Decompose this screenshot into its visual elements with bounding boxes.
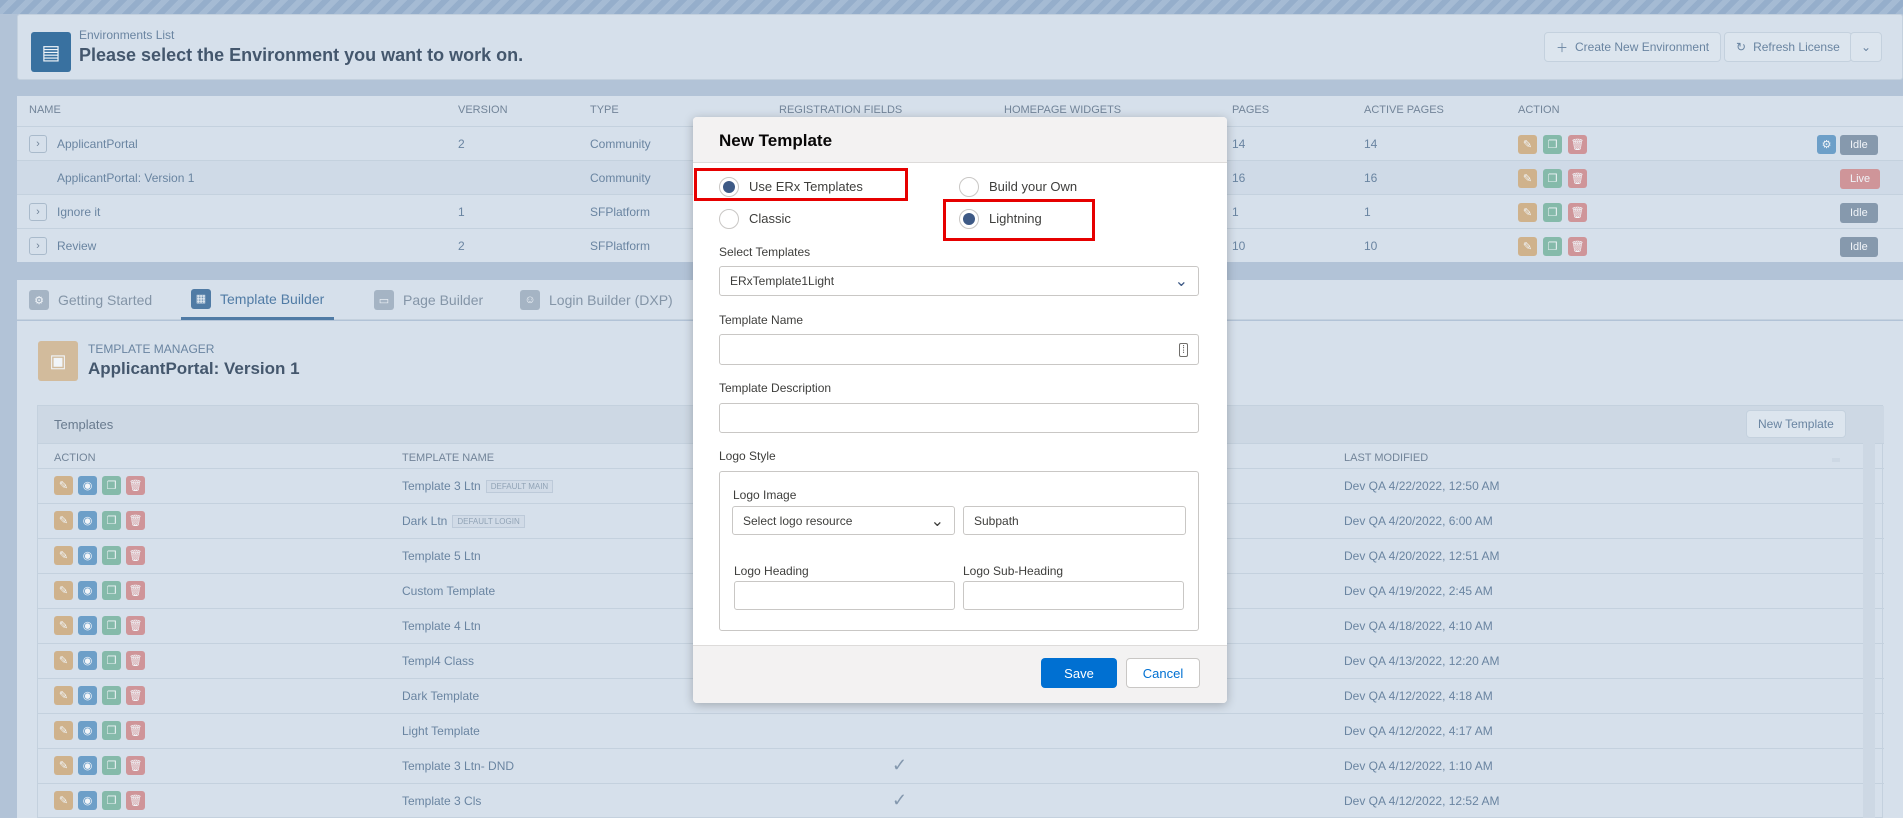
template-description-input[interactable] <box>719 403 1199 433</box>
chevron-down-icon: ⌄ <box>930 512 944 530</box>
label-logo-subheading: Logo Sub-Heading <box>963 564 1064 578</box>
radio-use-erx-templates[interactable] <box>719 177 739 197</box>
logo-resource-dropdown[interactable]: Select logo resource ⌄ <box>732 506 955 535</box>
label-build-your-own: Build your Own <box>989 179 1078 194</box>
label-template-description: Template Description <box>719 381 832 395</box>
logo-heading-input[interactable] <box>734 581 955 610</box>
subpath-input[interactable]: Subpath <box>963 506 1186 535</box>
save-button[interactable]: Save <box>1041 658 1117 688</box>
logo-style-box: Logo Image Select logo resource ⌄ Subpat… <box>719 471 1199 631</box>
modal-footer: Save Cancel <box>693 645 1227 703</box>
select-templates-dropdown[interactable]: ERxTemplate1Light ⌄ <box>719 266 1199 296</box>
label-template-name: Template Name <box>719 313 804 327</box>
label-classic: Classic <box>749 211 791 226</box>
label-lightning: Lightning <box>989 211 1042 226</box>
new-template-modal: New Template Use ERx Templates Build you… <box>693 117 1227 703</box>
label-logo-heading: Logo Heading <box>734 564 809 578</box>
label-use-erx-templates: Use ERx Templates <box>749 179 863 194</box>
radio-build-your-own[interactable] <box>959 177 979 197</box>
label-select-templates: Select Templates <box>719 245 811 259</box>
modal-header: New Template <box>693 117 1227 163</box>
chevron-down-icon: ⌄ <box>1174 273 1188 290</box>
modal-title: New Template <box>719 131 833 150</box>
cancel-button[interactable]: Cancel <box>1126 658 1200 688</box>
radio-classic[interactable] <box>719 209 739 229</box>
logo-subheading-input[interactable] <box>963 581 1184 610</box>
template-name-input[interactable]: ⁞ <box>719 334 1199 365</box>
label-logo-image: Logo Image <box>733 488 797 502</box>
label-logo-style: Logo Style <box>719 449 776 463</box>
radio-lightning[interactable] <box>959 209 979 229</box>
text-field-icon: ⁞ <box>1178 342 1188 357</box>
